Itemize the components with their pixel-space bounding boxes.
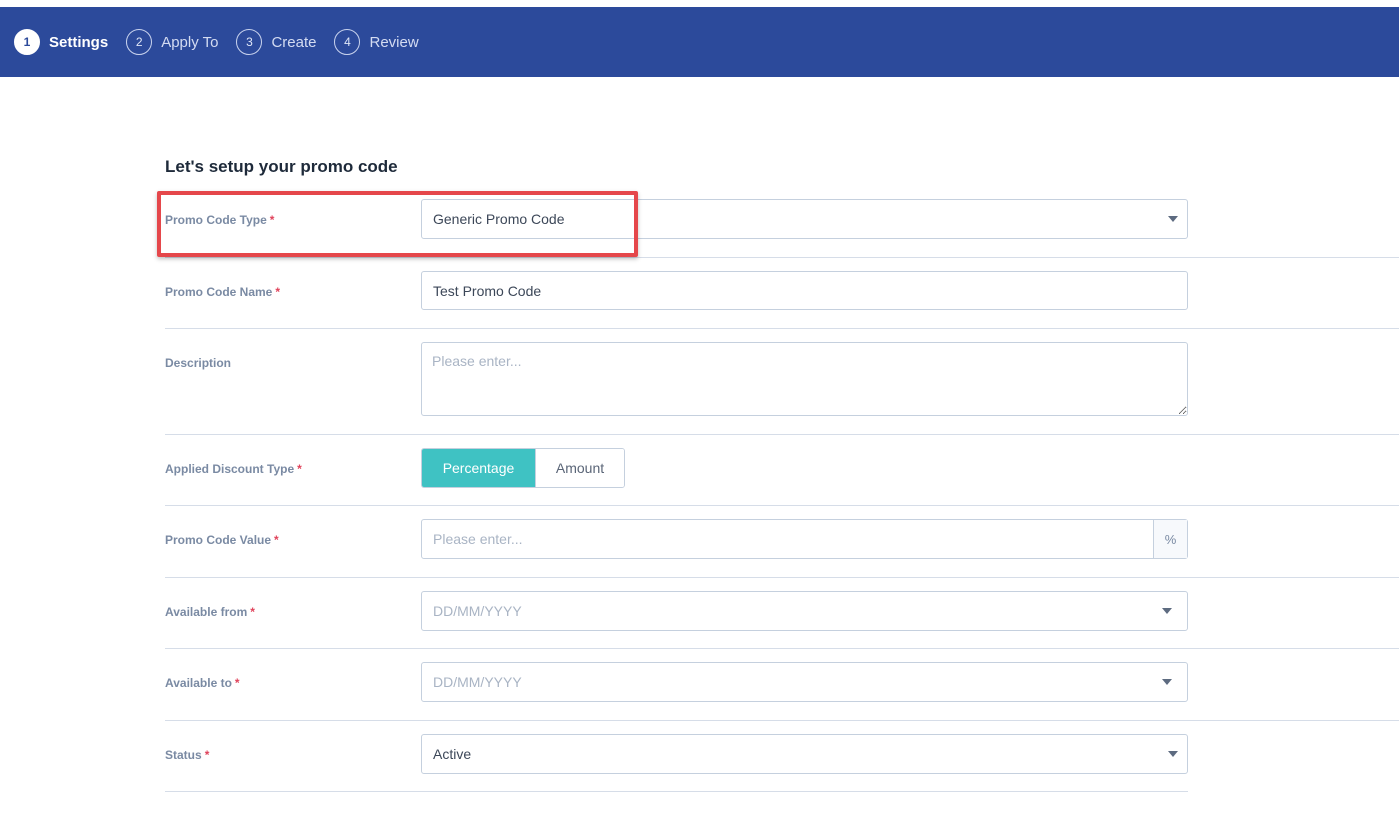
promo-code-type-label: Promo Code Type * (165, 213, 275, 227)
description-label: Description (165, 356, 232, 370)
step-create[interactable]: 3 Create (236, 29, 316, 55)
step-number: 2 (126, 29, 153, 55)
row-description: Description (165, 342, 1399, 435)
step-label: Review (369, 33, 419, 51)
promo-code-value-label: Promo Code Value * (165, 533, 279, 547)
step-number: 4 (334, 29, 361, 55)
row-status: Status * Active (165, 734, 1188, 792)
row-promo-code-value: Promo Code Value * Please enter... % (165, 519, 1399, 578)
caret-down-icon (1162, 608, 1172, 614)
step-label: Create (271, 33, 317, 51)
step-settings[interactable]: 1 Settings (14, 29, 108, 55)
available-from-placeholder: DD/MM/YYYY (433, 603, 522, 619)
status-label: Status * (165, 748, 210, 762)
description-textarea[interactable] (421, 342, 1188, 416)
available-from-label: Available from * (165, 605, 255, 619)
available-to-datepicker[interactable]: DD/MM/YYYY (421, 662, 1188, 702)
applied-discount-type-label: Applied Discount Type * (165, 462, 302, 476)
row-available-from: Available from * DD/MM/YYYY (165, 591, 1399, 649)
promo-code-type-select[interactable]: Generic Promo Code (421, 199, 1188, 239)
step-number: 3 (236, 29, 263, 55)
step-label: Settings (49, 33, 109, 51)
promo-code-value-input[interactable]: Please enter... % (421, 519, 1188, 559)
row-promo-code-name: Promo Code Name * Test Promo Code (165, 271, 1399, 329)
promo-code-name-value: Test Promo Code (433, 282, 542, 299)
step-number: 1 (14, 29, 40, 55)
caret-down-icon (1168, 751, 1178, 757)
row-applied-discount-type: Applied Discount Type * Percentage Amount (165, 448, 1399, 506)
promo-code-type-value: Generic Promo Code (433, 211, 565, 227)
promo-code-value-placeholder: Please enter... (433, 531, 523, 547)
percentage-option[interactable]: Percentage (422, 449, 535, 487)
available-from-datepicker[interactable]: DD/MM/YYYY (421, 591, 1188, 631)
step-review[interactable]: 4 Review (334, 29, 419, 55)
step-label: Apply To (161, 33, 219, 51)
promo-code-name-input[interactable]: Test Promo Code (421, 271, 1188, 310)
percent-suffix: % (1153, 520, 1187, 558)
step-apply-to[interactable]: 2 Apply To (126, 29, 218, 55)
available-to-placeholder: DD/MM/YYYY (433, 674, 522, 690)
row-promo-code-type: Promo Code Type * Generic Promo Code (165, 199, 1399, 258)
status-select[interactable]: Active (421, 734, 1188, 774)
caret-down-icon (1168, 216, 1178, 222)
amount-option[interactable]: Amount (535, 449, 624, 487)
available-to-label: Available to * (165, 676, 240, 690)
promo-code-name-label: Promo Code Name * (165, 285, 281, 299)
row-available-to: Available to * DD/MM/YYYY (165, 662, 1399, 721)
status-value: Active (433, 746, 472, 762)
caret-down-icon (1162, 679, 1172, 685)
wizard-header: 1 Settings 2 Apply To 3 Create 4 Review (0, 7, 1399, 77)
discount-type-toggle: Percentage Amount (421, 448, 625, 488)
form-heading: Let's setup your promo code (165, 157, 398, 176)
